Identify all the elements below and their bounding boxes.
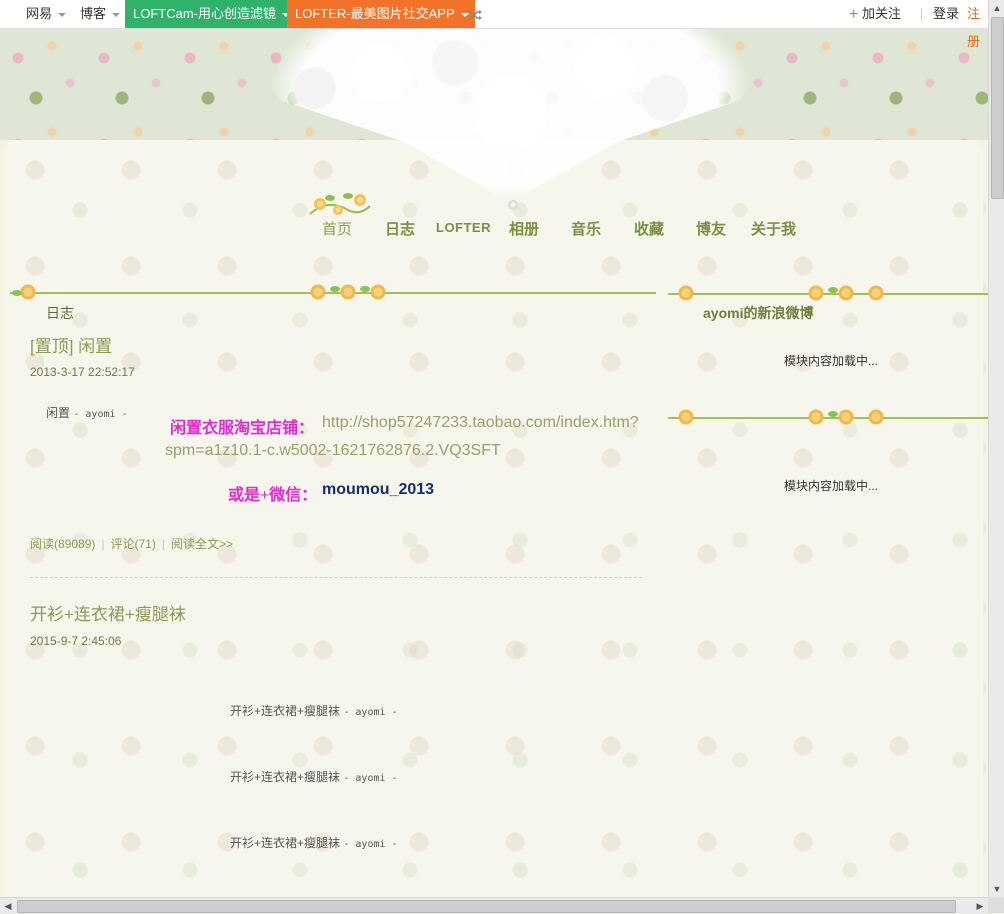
- shop-label: 闲置衣服淘宝店铺：: [170, 420, 315, 437]
- nav-album[interactable]: 相册: [509, 218, 539, 239]
- blog-label: 博客: [80, 6, 107, 21]
- nav-about-me[interactable]: 关于我: [751, 218, 796, 239]
- rose-icon: [20, 284, 36, 300]
- loftcam-label: LOFTCam-用心创造滤镜: [133, 6, 277, 21]
- rose-icon: [678, 409, 694, 425]
- shuffle-icon: [468, 9, 482, 20]
- horizontal-scrollbar[interactable]: ◀ ▶: [0, 897, 988, 914]
- loftcam-menu[interactable]: LOFTCam-用心创造滤镜: [125, 0, 297, 28]
- blog-page: 首页 日志 LOFTER 相册 音乐 收藏 博友 关于我 日志 [置顶] 闲置 …: [0, 28, 988, 897]
- module-loading-text: 模块内容加载中...: [784, 354, 879, 368]
- image-caption: 开衫+连衣裙+瘦腿袜 - ayomi -: [230, 768, 398, 785]
- post-title-link[interactable]: 开衫+连衣裙+瘦腿袜: [30, 600, 186, 625]
- rose-icon: [868, 285, 884, 301]
- blog-menu[interactable]: 博客: [80, 0, 121, 28]
- rose-icon: [808, 285, 824, 301]
- caption-author: - ayomi -: [343, 773, 398, 784]
- caption-text: 闲置: [46, 406, 71, 420]
- divider: [921, 8, 922, 21]
- comment-count-link[interactable]: 评论(71): [111, 537, 156, 551]
- leaf-icon: [828, 287, 838, 293]
- caption-author: - ayomi -: [343, 707, 398, 718]
- rose-icon: [808, 409, 824, 425]
- login-link[interactable]: 登录: [933, 0, 959, 28]
- leaf-icon: [12, 290, 22, 296]
- content-panel: [5, 140, 983, 897]
- nav-home[interactable]: 首页: [322, 218, 352, 239]
- image-caption: 闲置 - ayomi -: [46, 404, 128, 421]
- rose-icon: [678, 285, 694, 301]
- rose-icon: [838, 285, 854, 301]
- netease-menu[interactable]: 网易: [26, 0, 67, 28]
- netease-label: 网易: [26, 6, 53, 21]
- caption-text: 开衫+连衣裙+瘦腿袜: [230, 770, 341, 784]
- register-link[interactable]: 注册: [967, 0, 988, 49]
- caption-author: - ayomi -: [343, 839, 398, 850]
- shop-link-line1[interactable]: http://shop57247233.taobao.com/index.htm…: [322, 414, 639, 432]
- read-count-link[interactable]: 阅读(89089): [30, 537, 95, 551]
- nav-favorites[interactable]: 收藏: [634, 218, 664, 239]
- lofter-menu[interactable]: LOFTER-最美图片社交APP: [287, 0, 475, 28]
- crystal-icon: [508, 200, 518, 210]
- vertical-scroll-thumb[interactable]: [991, 17, 1004, 199]
- scroll-left-icon[interactable]: ◀: [0, 898, 16, 914]
- vertical-scrollbar[interactable]: ▲ ▼: [988, 0, 1004, 897]
- weibo-module-title: ayomi的新浪微博: [703, 305, 814, 321]
- image-caption: 开衫+连衣裙+瘦腿袜 - ayomi -: [230, 702, 398, 719]
- post-meta: 阅读(89089) | 评论(71) | 阅读全文>>: [30, 535, 233, 552]
- follow-label: 加关注: [861, 6, 901, 21]
- caption-text: 开衫+连衣裙+瘦腿袜: [230, 836, 341, 850]
- image-caption: 开衫+连衣裙+瘦腿袜 - ayomi -: [230, 834, 398, 851]
- post-date: 2013-3-17 22:52:17: [30, 365, 135, 379]
- chevron-down-icon: [112, 12, 121, 17]
- leaf-icon: [828, 411, 838, 417]
- chevron-down-icon: [58, 12, 67, 17]
- rose-icon: [340, 284, 356, 300]
- divider: |: [101, 537, 105, 551]
- post-date: 2015-9-7 2:45:06: [30, 634, 122, 648]
- caption-author: - ayomi -: [73, 409, 128, 420]
- shuffle-button[interactable]: [466, 0, 484, 28]
- nav-diary[interactable]: 日志: [385, 218, 415, 239]
- horizontal-scroll-thumb[interactable]: [17, 900, 956, 913]
- shop-link-line2[interactable]: spm=a1z10.1-c.w5002-1621762876.2.VQ3SFT: [165, 442, 501, 460]
- wechat-id: moumou_2013: [322, 481, 435, 498]
- post-title-link[interactable]: [置顶] 闲置: [30, 332, 112, 357]
- vine-divider: [668, 293, 988, 295]
- rose-icon: [310, 284, 326, 300]
- module-loading-text: 模块内容加载中...: [784, 479, 879, 493]
- rose-icon: [370, 284, 386, 300]
- read-more-link[interactable]: 阅读全文>>: [171, 537, 233, 551]
- section-title: 日志: [46, 305, 74, 321]
- nav-lofter[interactable]: LOFTER: [436, 220, 491, 235]
- leaf-icon: [360, 286, 370, 292]
- top-bar: 网易 博客 LOFTCam-用心创造滤镜 LOFTER-最美图片社交APP + …: [0, 0, 988, 49]
- vine-divider: [10, 292, 656, 294]
- divider: |: [161, 537, 165, 551]
- lofter-label: LOFTER-最美图片社交APP: [295, 6, 455, 21]
- scrollbar-corner: [988, 897, 1004, 913]
- vine-divider: [668, 417, 988, 419]
- wechat-label: 或是+微信：: [228, 487, 318, 504]
- follow-button[interactable]: + 加关注: [849, 0, 901, 28]
- rose-icon: [868, 409, 884, 425]
- rose-decoration-icon: [309, 193, 371, 215]
- caption-text: 开衫+连衣裙+瘦腿袜: [230, 704, 341, 718]
- scroll-down-icon[interactable]: ▼: [989, 881, 1004, 897]
- nav-friends[interactable]: 博友: [696, 218, 726, 239]
- scroll-up-icon[interactable]: ▲: [989, 0, 1004, 16]
- leaf-icon: [330, 286, 340, 292]
- rose-icon: [838, 409, 854, 425]
- scroll-right-icon[interactable]: ▶: [972, 898, 988, 914]
- nav-music[interactable]: 音乐: [571, 218, 601, 239]
- post-separator: [30, 577, 642, 578]
- plus-icon: +: [849, 6, 859, 23]
